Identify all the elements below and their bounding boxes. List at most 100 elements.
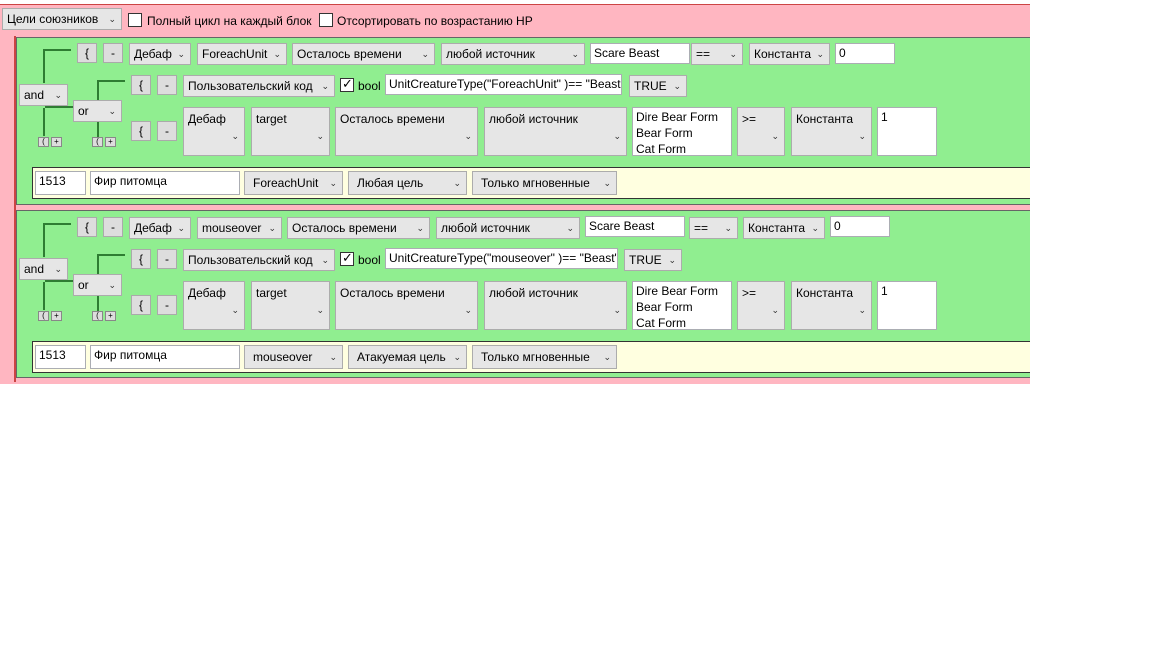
action-target-select[interactable]: Атакуемая цель ⌄ (348, 345, 467, 369)
logic-or-select[interactable]: or ⌄ (73, 274, 122, 296)
spell-list-item[interactable]: Cat Form (636, 141, 728, 157)
bool-result-select[interactable]: TRUE ⌄ (629, 75, 687, 97)
add-row-button[interactable]: + (105, 311, 116, 321)
action-unit-select[interactable]: mouseover ⌄ (244, 345, 343, 369)
spell-id-field[interactable]: 1513 (35, 171, 86, 195)
open-brace-button[interactable]: { (131, 75, 151, 95)
action-target-select[interactable]: Любая цель ⌄ (348, 171, 467, 195)
operator-select[interactable]: == ⌄ (691, 43, 743, 65)
open-brace-button[interactable]: { (77, 217, 97, 237)
param-select[interactable]: Осталось времени ⌄ (287, 217, 430, 239)
param-select[interactable]: Осталось времени ⌄ (292, 43, 435, 65)
source-select[interactable]: любой источник ⌄ (484, 281, 627, 330)
cast-type-select[interactable]: Только мгновенные ⌄ (472, 345, 617, 369)
cast-type-select[interactable]: Только мгновенные ⌄ (472, 171, 617, 195)
tree-line (43, 49, 45, 83)
source-select[interactable]: любой источник ⌄ (436, 217, 580, 239)
unit-select[interactable]: mouseover ⌄ (197, 217, 282, 239)
value-field[interactable]: 0 (835, 43, 895, 64)
source-value: любой источник (446, 47, 535, 61)
sort-hp-checkbox[interactable] (319, 13, 333, 27)
condition-type-select[interactable]: Дебаф ⌄ (183, 281, 245, 330)
full-cycle-checkbox[interactable] (128, 13, 142, 27)
add-row-button[interactable]: + (105, 137, 116, 147)
chevron-down-icon: ⌄ (321, 81, 329, 91)
value-field[interactable]: 1 (877, 107, 937, 156)
open-brace-button[interactable]: { (131, 249, 151, 269)
const-select[interactable]: Константа ⌄ (791, 281, 872, 330)
condition-type-select[interactable]: Пользовательский код ⌄ (183, 249, 335, 271)
bool-result-select[interactable]: TRUE ⌄ (624, 249, 682, 271)
tree-line (97, 80, 99, 100)
add-row-button[interactable]: + (51, 311, 62, 321)
spell-list-item[interactable]: Bear Form (636, 299, 728, 315)
chevron-down-icon: ⌄ (453, 178, 461, 188)
param-select[interactable]: Осталось времени ⌄ (335, 281, 478, 330)
logic-and-select[interactable]: and ⌄ (19, 258, 68, 280)
condition-type-select[interactable]: Дебаф ⌄ (129, 217, 191, 239)
remove-row-button[interactable]: - (157, 75, 177, 95)
condition-type-select[interactable]: Дебаф ⌄ (183, 107, 245, 156)
target-group-value: Цели союзников (7, 12, 99, 26)
logic-and-select[interactable]: and ⌄ (19, 84, 68, 106)
condition-type-value: Дебаф (188, 112, 226, 126)
logic-and-value: and (24, 262, 45, 276)
target-group-select[interactable]: Цели союзников ⌄ (2, 8, 122, 30)
chevron-down-icon: ⌄ (613, 305, 621, 315)
add-group-button[interactable]: ( (92, 311, 103, 321)
chevron-down-icon: ⌄ (268, 223, 276, 233)
spell-field[interactable]: Scare Beast (590, 43, 690, 64)
add-group-button[interactable]: ( (92, 137, 103, 147)
param-select[interactable]: Осталось времени ⌄ (335, 107, 478, 156)
spell-list-item[interactable]: Dire Bear Form (636, 109, 728, 125)
chevron-down-icon: ⌄ (673, 81, 681, 91)
spell-field[interactable]: Scare Beast (585, 216, 685, 237)
operator-select[interactable]: >= ⌄ (737, 107, 785, 156)
condition-type-select[interactable]: Пользовательский код ⌄ (183, 75, 335, 97)
bool-checkbox[interactable] (340, 250, 354, 266)
operator-value: == (694, 221, 709, 235)
custom-code-field[interactable]: UnitCreatureType("ForeachUnit" )== "Beas… (385, 74, 622, 95)
spell-list[interactable]: Dire Bear Form Bear Form Cat Form (632, 281, 732, 330)
chevron-down-icon: ⌄ (816, 49, 824, 59)
remove-row-button[interactable]: - (103, 43, 123, 63)
action-name-field[interactable]: Фир питомца (90, 345, 240, 369)
remove-row-button[interactable]: - (157, 295, 177, 315)
source-select[interactable]: любой источник ⌄ (441, 43, 585, 65)
open-brace-button[interactable]: { (77, 43, 97, 63)
chevron-down-icon: ⌄ (108, 280, 116, 290)
unit-select[interactable]: ForeachUnit ⌄ (197, 43, 287, 65)
spell-list-item[interactable]: Bear Form (636, 125, 728, 141)
const-select[interactable]: Константа ⌄ (749, 43, 830, 65)
spell-list-item[interactable]: Cat Form (636, 315, 728, 331)
open-brace-button[interactable]: { (131, 121, 151, 141)
bool-checkbox[interactable] (340, 76, 354, 92)
remove-row-button[interactable]: - (103, 217, 123, 237)
custom-code-field[interactable]: UnitCreatureType("mouseover" )== "Beast" (385, 248, 618, 269)
unit-select[interactable]: target ⌄ (251, 281, 330, 330)
value-field[interactable]: 1 (877, 281, 937, 330)
open-brace-button[interactable]: { (131, 295, 151, 315)
spell-list-item[interactable]: Dire Bear Form (636, 283, 728, 299)
operator-select[interactable]: >= ⌄ (737, 281, 785, 330)
condition-type-select[interactable]: Дебаф ⌄ (129, 43, 191, 65)
remove-row-button[interactable]: - (157, 121, 177, 141)
add-group-button[interactable]: ( (38, 137, 49, 147)
source-select[interactable]: любой источник ⌄ (484, 107, 627, 156)
condition-type-value: Дебаф (188, 286, 226, 300)
value-field[interactable]: 0 (830, 216, 890, 237)
operator-select[interactable]: == ⌄ (689, 217, 738, 239)
action-unit-select[interactable]: ForeachUnit ⌄ (244, 171, 343, 195)
remove-row-button[interactable]: - (157, 249, 177, 269)
action-name-field[interactable]: Фир питомца (90, 171, 240, 195)
const-select[interactable]: Константа ⌄ (791, 107, 872, 156)
add-group-button[interactable]: ( (38, 311, 49, 321)
spell-id-field[interactable]: 1513 (35, 345, 86, 369)
unit-select[interactable]: target ⌄ (251, 107, 330, 156)
bool-result-value: TRUE (629, 253, 662, 267)
logic-or-select[interactable]: or ⌄ (73, 100, 122, 122)
spell-list[interactable]: Dire Bear Form Bear Form Cat Form (632, 107, 732, 156)
add-row-button[interactable]: + (51, 137, 62, 147)
chevron-down-icon: ⌄ (316, 131, 324, 141)
const-select[interactable]: Константа ⌄ (743, 217, 825, 239)
